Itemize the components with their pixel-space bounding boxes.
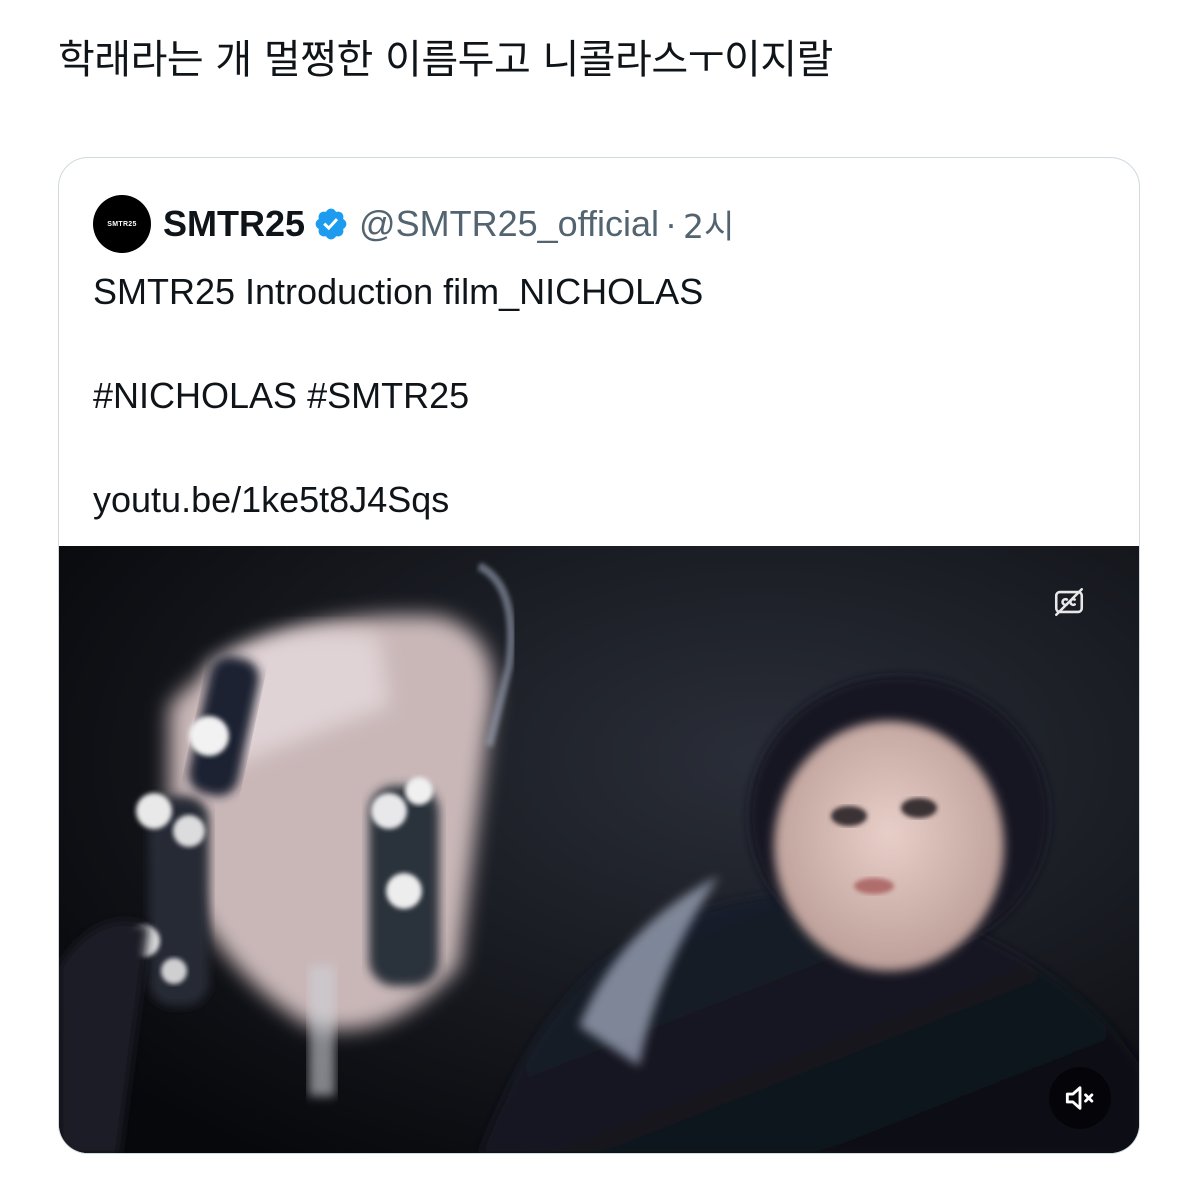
closed-captions-off-icon: [1054, 587, 1084, 617]
quoted-tweet-card[interactable]: SMTR25 SMTR25 @SMTR25_official · 2시 SMTR…: [58, 157, 1140, 1154]
avatar[interactable]: SMTR25: [93, 195, 151, 253]
handle[interactable]: @SMTR25_official: [359, 203, 659, 245]
tweet-title-line: SMTR25 Introduction film_NICHOLAS: [93, 271, 704, 312]
captions-button[interactable]: [1041, 574, 1097, 630]
hashtags-line[interactable]: #NICHOLAS #SMTR25: [93, 370, 703, 422]
mute-button[interactable]: [1049, 1067, 1111, 1129]
separator-dot: ·: [665, 203, 678, 244]
verified-badge-icon: [315, 208, 347, 240]
muted-speaker-icon: [1065, 1086, 1094, 1110]
quoted-tweet-header: SMTR25 SMTR25 @SMTR25_official · 2시: [93, 195, 734, 253]
avatar-logo-text: SMTR25: [107, 220, 137, 228]
video-player[interactable]: [59, 546, 1139, 1153]
display-name[interactable]: SMTR25: [163, 203, 305, 245]
timestamp[interactable]: 2시: [683, 200, 734, 248]
quoted-tweet-body: SMTR25 Introduction film_NICHOLAS #NICHO…: [93, 266, 703, 526]
link-line[interactable]: youtu.be/1ke5t8J4Sqs: [93, 474, 703, 526]
video-frame: [59, 546, 1139, 1153]
post-text: 학래라는 개 멀쩡한 이름두고 니콜라스ㅜ이지랄: [58, 37, 833, 83]
